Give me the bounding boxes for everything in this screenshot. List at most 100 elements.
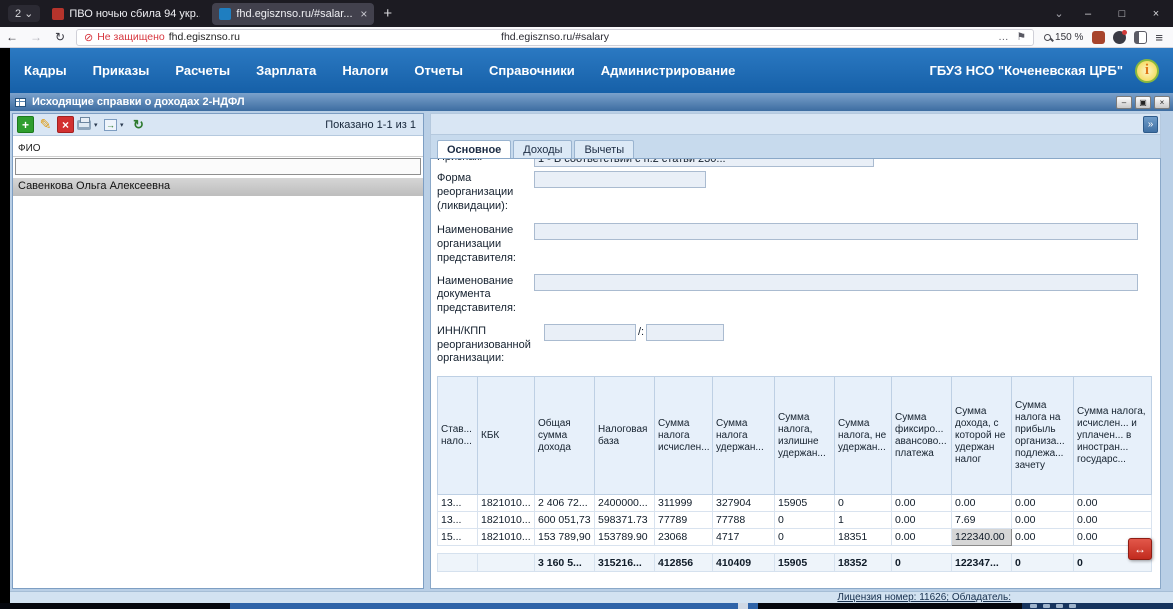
cell[interactable]: 1821010... xyxy=(477,494,535,512)
tab-dokhody[interactable]: Доходы xyxy=(513,140,573,158)
menu-item-raschety[interactable]: Расчеты xyxy=(175,63,230,78)
column-header[interactable]: Сумма налога, излишне удержан... xyxy=(774,376,835,495)
tab-vychety[interactable]: Вычеты xyxy=(574,140,635,158)
menu-item-zarplata[interactable]: Зарплата xyxy=(256,63,316,78)
cell[interactable]: 0.00 xyxy=(891,511,952,529)
refresh-button[interactable]: ↻ xyxy=(130,116,147,133)
browser-maximize-button[interactable]: □ xyxy=(1105,0,1139,27)
cell[interactable]: 153789.90 xyxy=(594,528,655,546)
cell[interactable]: 0 xyxy=(834,494,892,512)
window-minimize-button[interactable]: – xyxy=(1116,95,1132,109)
column-header[interactable]: Налоговая база xyxy=(594,376,655,495)
edit-button[interactable]: ✎ xyxy=(37,116,54,133)
cell[interactable]: 77788 xyxy=(712,511,775,529)
close-tab-icon[interactable]: × xyxy=(360,7,367,21)
list-all-tabs-icon[interactable]: ⌄ xyxy=(1047,7,1071,20)
menu-item-administrirovanie[interactable]: Администрирование xyxy=(601,63,736,78)
cell[interactable]: 0 xyxy=(774,511,835,529)
cell[interactable]: 0 xyxy=(774,528,835,546)
delete-button[interactable]: × xyxy=(57,116,74,133)
cell[interactable]: 15905 xyxy=(774,494,835,512)
cell[interactable]: 0.00 xyxy=(1073,494,1152,512)
menu-item-prikazy[interactable]: Приказы xyxy=(93,63,150,78)
reload-icon[interactable]: ↻ xyxy=(48,30,72,44)
address-bar[interactable]: ⊘ Не защищено fhd.egisznso.ru fhd.egiszn… xyxy=(76,28,1035,46)
cell[interactable]: 1 xyxy=(834,511,892,529)
cell[interactable]: 0.00 xyxy=(1011,528,1074,546)
column-header[interactable]: Сумма налога, исчислен... и уплачен... в… xyxy=(1073,376,1152,495)
org-name-input[interactable] xyxy=(534,223,1138,241)
profile-avatar-icon[interactable] xyxy=(1113,29,1128,44)
cell[interactable]: 600 051,73 xyxy=(534,511,595,529)
add-button[interactable]: + xyxy=(17,116,34,133)
column-header[interactable]: Став... нало... xyxy=(437,376,478,495)
cell[interactable]: 1821010... xyxy=(477,511,535,529)
column-header[interactable]: Сумма налога на прибыль организа... подл… xyxy=(1011,376,1074,495)
export-icon[interactable]: → xyxy=(104,118,117,131)
collapse-panel-button[interactable]: » xyxy=(1143,116,1158,133)
browser-minimize-button[interactable]: – xyxy=(1071,0,1105,27)
kpp-input[interactable] xyxy=(646,323,725,341)
cell[interactable]: 598371.73 xyxy=(594,511,655,529)
cell[interactable]: 4717 xyxy=(712,528,775,546)
tab-osnovnoe[interactable]: Основное xyxy=(437,140,512,158)
cell[interactable]: 13... xyxy=(437,511,478,529)
extension-icon[interactable] xyxy=(1092,30,1106,44)
menu-item-kadry[interactable]: Кадры xyxy=(24,63,67,78)
cell[interactable]: 0.00 xyxy=(1011,494,1074,512)
cell[interactable]: 1821010... xyxy=(477,528,535,546)
column-header[interactable]: КБК xyxy=(477,376,535,495)
cell[interactable]: 0.00 xyxy=(891,528,952,546)
site-identity[interactable]: ⊘ Не защищено fhd.egisznso.ru xyxy=(77,31,247,44)
menu-item-spravochniki[interactable]: Справочники xyxy=(489,63,575,78)
print-icon[interactable] xyxy=(77,116,91,130)
bookmark-flag-icon[interactable]: ⚑ xyxy=(1017,31,1026,43)
menu-item-nalogi[interactable]: Налоги xyxy=(342,63,388,78)
more-actions-icon[interactable]: … xyxy=(998,31,1009,43)
column-header[interactable]: Сумма налога исчислен... xyxy=(654,376,713,495)
menu-hamburger-icon[interactable]: ≡ xyxy=(1155,30,1163,45)
cell[interactable]: 18351 xyxy=(834,528,892,546)
cell[interactable]: 77789 xyxy=(654,511,713,529)
cell[interactable]: 327904 xyxy=(712,494,775,512)
cell[interactable]: 23068 xyxy=(654,528,713,546)
cell[interactable]: 0.00 xyxy=(1011,511,1074,529)
export-dropdown-icon[interactable]: ▾ xyxy=(120,121,127,129)
cell[interactable]: 15... xyxy=(437,528,478,546)
doc-name-input[interactable] xyxy=(534,273,1138,291)
cell[interactable]: 2 406 72... xyxy=(534,494,595,512)
cell[interactable]: 2400000... xyxy=(594,494,655,512)
cell[interactable]: 0.00 xyxy=(1073,511,1152,529)
cell[interactable]: 13... xyxy=(437,494,478,512)
inn-input[interactable] xyxy=(544,323,636,341)
cell[interactable]: 311999 xyxy=(654,494,713,512)
back-icon[interactable]: ← xyxy=(0,30,24,44)
column-header[interactable]: Сумма фиксиро... авансово... платежа xyxy=(891,376,952,495)
cell[interactable]: 0.00 xyxy=(951,494,1012,512)
priznak-field[interactable] xyxy=(534,159,874,167)
column-header[interactable]: Сумма налога, не удержан... xyxy=(834,376,892,495)
window-close-button[interactable]: × xyxy=(1154,95,1170,109)
fio-filter-input[interactable] xyxy=(15,158,421,175)
window-restore-button[interactable]: ▣ xyxy=(1135,95,1151,109)
forward-icon[interactable]: → xyxy=(24,30,48,44)
browser-tab-news[interactable]: ПВО ночью сбила 94 укр... xyxy=(45,3,207,25)
fio-column-header[interactable]: ФИО xyxy=(13,141,423,157)
column-header[interactable]: Общая сумма дохода xyxy=(534,376,595,495)
browser-close-button[interactable]: × xyxy=(1139,0,1173,27)
info-icon[interactable]: i xyxy=(1135,58,1159,83)
column-header[interactable]: Сумма налога удержан... xyxy=(712,376,775,495)
cell[interactable]: 153 789,90 xyxy=(534,528,595,546)
menu-item-otchety[interactable]: Отчеты xyxy=(414,63,463,78)
print-dropdown-icon[interactable]: ▾ xyxy=(94,121,101,129)
cell-selected[interactable]: 122340.00 xyxy=(951,528,1012,546)
cell[interactable]: 7.69 xyxy=(951,511,1012,529)
tab-overview-button[interactable]: 2 ⌄ xyxy=(8,5,41,22)
browser-tab-fhd[interactable]: fhd.egisznso.ru/#salar... × xyxy=(212,2,375,25)
cell[interactable]: 0.00 xyxy=(891,494,952,512)
list-item-selected[interactable]: Савенкова Ольга Алексеевна xyxy=(13,178,423,196)
column-header[interactable]: Сумма дохода, с которой не удержан налог xyxy=(951,376,1012,495)
sidebar-icon[interactable] xyxy=(1134,30,1148,44)
new-tab-button[interactable]: + xyxy=(383,5,392,22)
reorg-form-input[interactable] xyxy=(534,171,706,188)
